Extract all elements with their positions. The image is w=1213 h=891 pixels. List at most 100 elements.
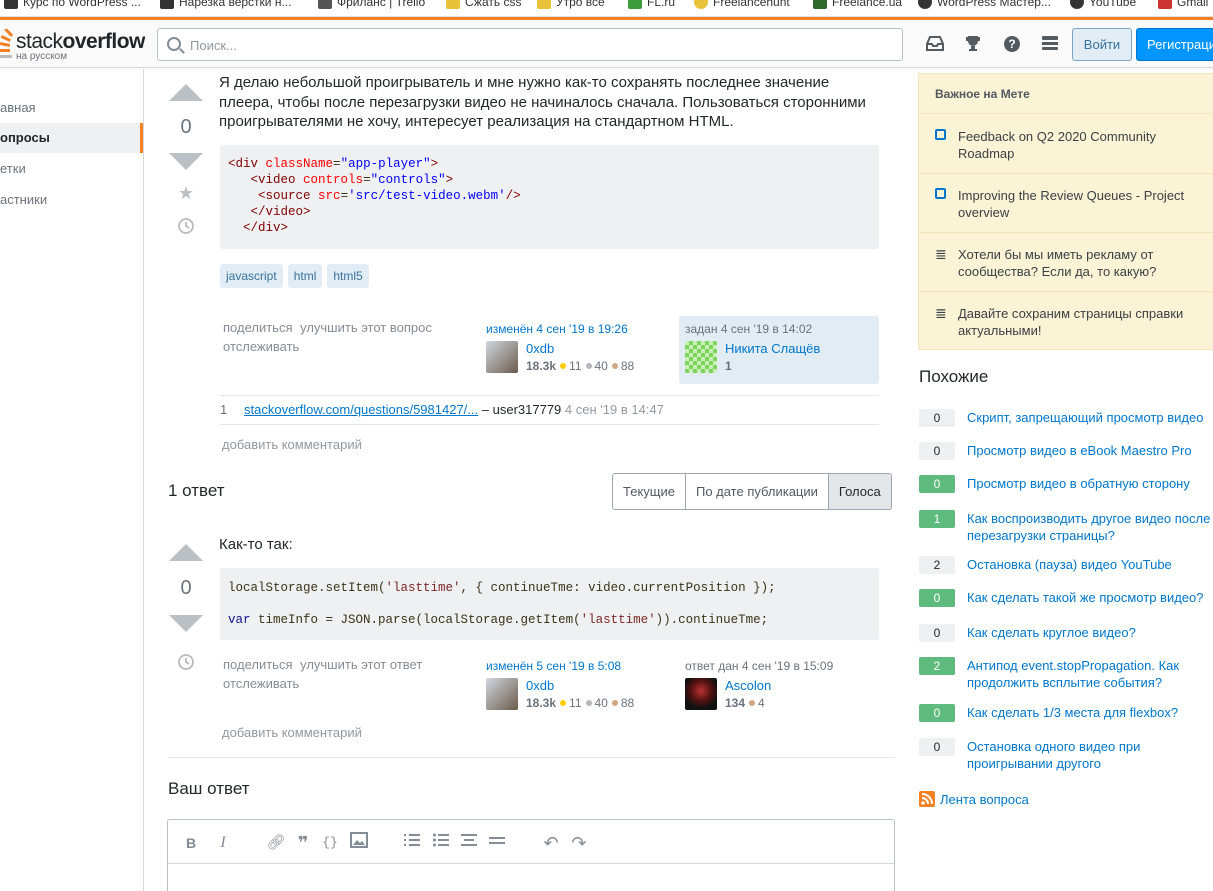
answer-editor-signature: изменён 5 сен '19 в 5:08 0xdb 18.3k 11 40 8… [480, 653, 670, 721]
similar-question-link[interactable]: Как воспроизводить другое видео после пе… [967, 510, 1213, 544]
your-answer-heading: Ваш ответ [168, 779, 250, 798]
meta-item-title[interactable]: Давайте сохраним страницы справки актуал… [958, 305, 1208, 339]
code-icon[interactable]: {} [319, 832, 341, 854]
tag-html5[interactable]: html5 [327, 264, 369, 288]
avatar[interactable] [486, 678, 518, 710]
bookmark-star-icon[interactable]: ★ [168, 183, 204, 204]
bookmark-label: FL.ru [647, 0, 676, 9]
avatar[interactable] [685, 678, 717, 710]
help-icon[interactable]: ? [1002, 34, 1022, 54]
bookmark-item[interactable]: Курс по WordPress ... [4, 0, 141, 10]
inbox-icon[interactable] [925, 34, 945, 54]
trophy-icon[interactable] [963, 34, 983, 54]
register-button[interactable]: Регистрация [1136, 28, 1213, 61]
link-icon[interactable]: 🔗︎ [265, 832, 287, 854]
similar-question-link[interactable]: Просмотр видео в eBook Maestro Pro [967, 442, 1213, 459]
edited-link[interactable]: изменён 4 сен '19 в 19:26 [486, 322, 628, 336]
meta-item-title[interactable]: Feedback on Q2 2020 Community Roadmap [958, 128, 1208, 162]
feed-label[interactable]: Лента вопроса [940, 792, 1029, 807]
gold-count: 11 [569, 696, 582, 710]
answer-editor[interactable]: B I 🔗︎ ❞ {} ↶ ↷ [167, 819, 895, 891]
meta-item-title[interactable]: Improving the Review Queues - Project ov… [958, 187, 1208, 221]
ordered-list-icon[interactable] [401, 832, 423, 854]
tag-javascript[interactable]: javascript [220, 264, 283, 288]
search-box[interactable] [157, 28, 903, 61]
login-button[interactable]: Войти [1072, 28, 1132, 61]
improve-link[interactable]: улучшить этот вопрос [300, 320, 432, 335]
folder-icon [446, 0, 460, 9]
similar-question-link[interactable]: Как сделать 1/3 места для flexbox? [967, 704, 1213, 721]
sort-tab-oldest[interactable]: По дате публикации [685, 474, 829, 509]
question-feed-link[interactable]: Лента вопроса [919, 791, 1029, 807]
upvote-button[interactable] [169, 544, 203, 561]
unordered-list-icon[interactable] [430, 832, 452, 854]
bookmark-item[interactable]: FL.ru [628, 0, 675, 10]
search-input[interactable] [190, 35, 890, 55]
bookmark-item[interactable]: Freelancehunt [694, 0, 790, 10]
answer-body: Как-то так: [219, 536, 293, 553]
image-icon[interactable] [348, 832, 370, 854]
share-link[interactable]: поделиться [223, 320, 292, 335]
bookmark-item[interactable]: Нарезка верстки н... [160, 0, 291, 10]
heading-icon[interactable] [458, 832, 480, 854]
nav-item-users[interactable]: астники [0, 185, 143, 215]
similar-question-link[interactable]: Остановка одного видео при проигрывании … [967, 738, 1213, 772]
comment-author[interactable]: – user317779 [482, 402, 562, 417]
bookmark-item[interactable]: Утро все [537, 0, 605, 10]
similar-question-link[interactable]: Антипод event.stopPropagation. Как продо… [967, 657, 1213, 691]
blockquote-icon[interactable]: ❞ [292, 832, 314, 854]
nav-item-questions[interactable]: опросы [0, 123, 143, 153]
bookmark-item[interactable]: Freelance.ua [813, 0, 902, 10]
bookmark-item[interactable]: WordPress Мастер... [918, 0, 1051, 10]
bookmark-label: Нарезка верстки н... [179, 0, 292, 9]
add-comment-link[interactable]: добавить комментарий [222, 437, 362, 452]
share-link[interactable]: поделиться [223, 657, 292, 672]
sort-tab-active[interactable]: Текущие [613, 474, 686, 509]
code-line: </div> [243, 221, 289, 235]
follow-link[interactable]: отслеживать [223, 676, 299, 691]
user-link[interactable]: Никита Слащёв [725, 341, 820, 356]
downvote-button[interactable] [169, 615, 203, 632]
improve-link[interactable]: улучшить этот ответ [300, 657, 422, 672]
edited-link[interactable]: изменён 5 сен '19 в 5:08 [486, 659, 621, 673]
meta-item[interactable]: Improving the Review Queues - Project ov… [919, 174, 1213, 233]
nav-item-tags[interactable]: етки [0, 154, 143, 184]
add-comment-link[interactable]: добавить комментарий [222, 725, 362, 740]
bookmark-item[interactable]: Фриланс | Trello [318, 0, 425, 10]
bookmark-item[interactable]: Gmail [1158, 0, 1208, 10]
follow-link[interactable]: отслеживать [223, 339, 299, 354]
user-link[interactable]: Ascolon [725, 678, 771, 693]
downvote-button[interactable] [169, 153, 203, 170]
italic-icon[interactable]: I [212, 832, 234, 854]
similar-question-link[interactable]: Как сделать такой же просмотр видео? [967, 589, 1213, 606]
user-link[interactable]: 0xdb [526, 341, 554, 356]
user-link[interactable]: 0xdb [526, 678, 554, 693]
bookmark-item[interactable]: Сжать css [446, 0, 521, 10]
meta-item-title[interactable]: Хотели бы мы иметь рекламу от сообщества… [958, 246, 1208, 280]
site-switcher-icon[interactable] [1040, 34, 1060, 54]
history-icon[interactable] [168, 217, 204, 238]
meta-item[interactable]: ≣ Давайте сохраним страницы справки акту… [919, 292, 1213, 351]
avatar[interactable] [486, 341, 518, 373]
similar-question-link[interactable]: Остановка (пауза) видео YouTube [967, 556, 1213, 573]
meta-item[interactable]: ≣ Хотели бы мы иметь рекламу от сообщест… [919, 233, 1213, 292]
horizontal-rule-icon[interactable] [486, 832, 508, 854]
history-icon[interactable] [168, 653, 204, 674]
bookmark-item[interactable]: YouTube [1070, 0, 1136, 10]
similar-question-link[interactable]: Как сделать круглое видео? [967, 624, 1213, 641]
rep-score: 18.3k [526, 359, 557, 373]
nav-item-home[interactable]: авная [0, 93, 143, 123]
tag-html[interactable]: html [287, 264, 323, 288]
identicon-avatar[interactable] [685, 341, 717, 373]
sort-tab-votes[interactable]: Голоса [828, 474, 891, 509]
upvote-button[interactable] [169, 84, 203, 101]
site-logo[interactable]: stackoverflow на русском [0, 27, 145, 62]
comment-link[interactable]: stackoverflow.com/questions/5981427/... [244, 402, 478, 417]
bold-icon[interactable]: B [180, 832, 202, 854]
similar-question-link[interactable]: Скрипт, запрещающий просмотр видео [967, 409, 1213, 426]
redo-icon[interactable]: ↷ [568, 832, 590, 854]
similar-question-link[interactable]: Просмотр видео в обратную сторону [967, 475, 1213, 492]
meta-item[interactable]: Feedback on Q2 2020 Community Roadmap [919, 115, 1213, 174]
undo-icon[interactable]: ↶ [540, 832, 562, 854]
user-reputation: 18.3k 11 40 88 [526, 696, 634, 710]
